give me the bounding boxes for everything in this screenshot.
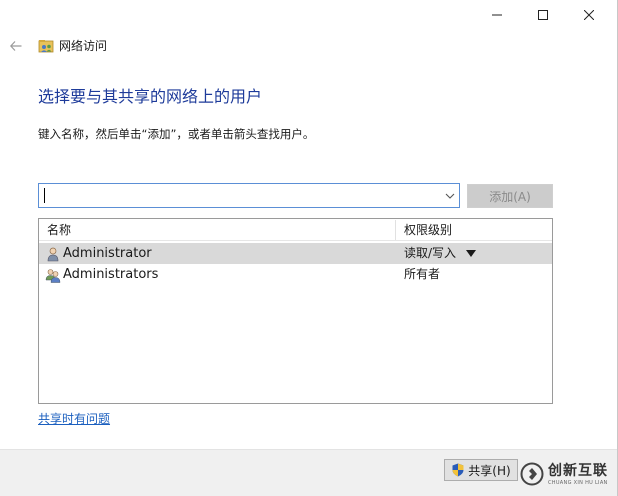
table-row[interactable]: Administrator 读取/写入	[39, 243, 552, 264]
column-header-permission[interactable]: 权限级别	[404, 222, 452, 238]
user-name-combobox[interactable]	[38, 183, 460, 208]
permission-cell: 所有者	[404, 267, 441, 281]
page-heading: 选择要与其共享的网络上的用户	[38, 87, 263, 106]
user-name-input[interactable]	[47, 186, 432, 205]
brand-logo-icon	[520, 462, 544, 486]
network-share-icon	[38, 40, 54, 53]
share-user-list[interactable]: 名称 权限级别 Administrator 读取/写入 Administrato…	[38, 218, 553, 404]
column-header-name[interactable]: 名称	[47, 222, 71, 238]
window-title: 网络访问	[59, 39, 108, 53]
maximize-icon	[538, 10, 548, 20]
brand-subtitle: CHUANG XIN HU LIAN	[548, 480, 608, 486]
list-header: 名称 权限级别	[39, 219, 552, 241]
share-button-label: 共享(H)	[468, 463, 511, 478]
network-access-window: 网络访问 选择要与其共享的网络上的用户 键入名称，然后单击“添加”，或者单击箭头…	[0, 0, 618, 496]
table-row[interactable]: Administrators 所有者	[39, 264, 552, 285]
maximize-button[interactable]	[520, 0, 566, 30]
column-divider[interactable]	[395, 220, 396, 240]
sharing-problems-link[interactable]: 共享时有问题	[38, 411, 110, 427]
brand-watermark: 创新互联 CHUANG XIN HU LIAN	[520, 460, 616, 492]
close-button[interactable]	[566, 0, 612, 30]
users-group-icon	[45, 269, 61, 283]
close-icon	[584, 10, 594, 20]
minimize-button[interactable]	[474, 0, 520, 30]
user-name-cell: Administrator	[63, 246, 152, 261]
brand-name: 创新互联	[548, 463, 608, 479]
uac-shield-icon	[452, 463, 464, 477]
minimize-icon	[492, 14, 502, 16]
share-button[interactable]: 共享(H)	[444, 459, 518, 481]
permission-cell[interactable]: 读取/写入	[404, 245, 456, 262]
text-caret	[44, 188, 45, 203]
chevron-down-icon[interactable]	[444, 190, 456, 202]
instruction-text: 键入名称，然后单击“添加”，或者单击箭头查找用户。	[38, 127, 315, 141]
back-button[interactable]	[6, 36, 26, 56]
arrow-left-icon	[10, 41, 22, 51]
add-button[interactable]: 添加(A)	[467, 184, 553, 208]
caret-down-icon[interactable]	[466, 250, 476, 257]
user-icon	[47, 247, 59, 262]
user-name-cell: Administrators	[63, 267, 159, 282]
